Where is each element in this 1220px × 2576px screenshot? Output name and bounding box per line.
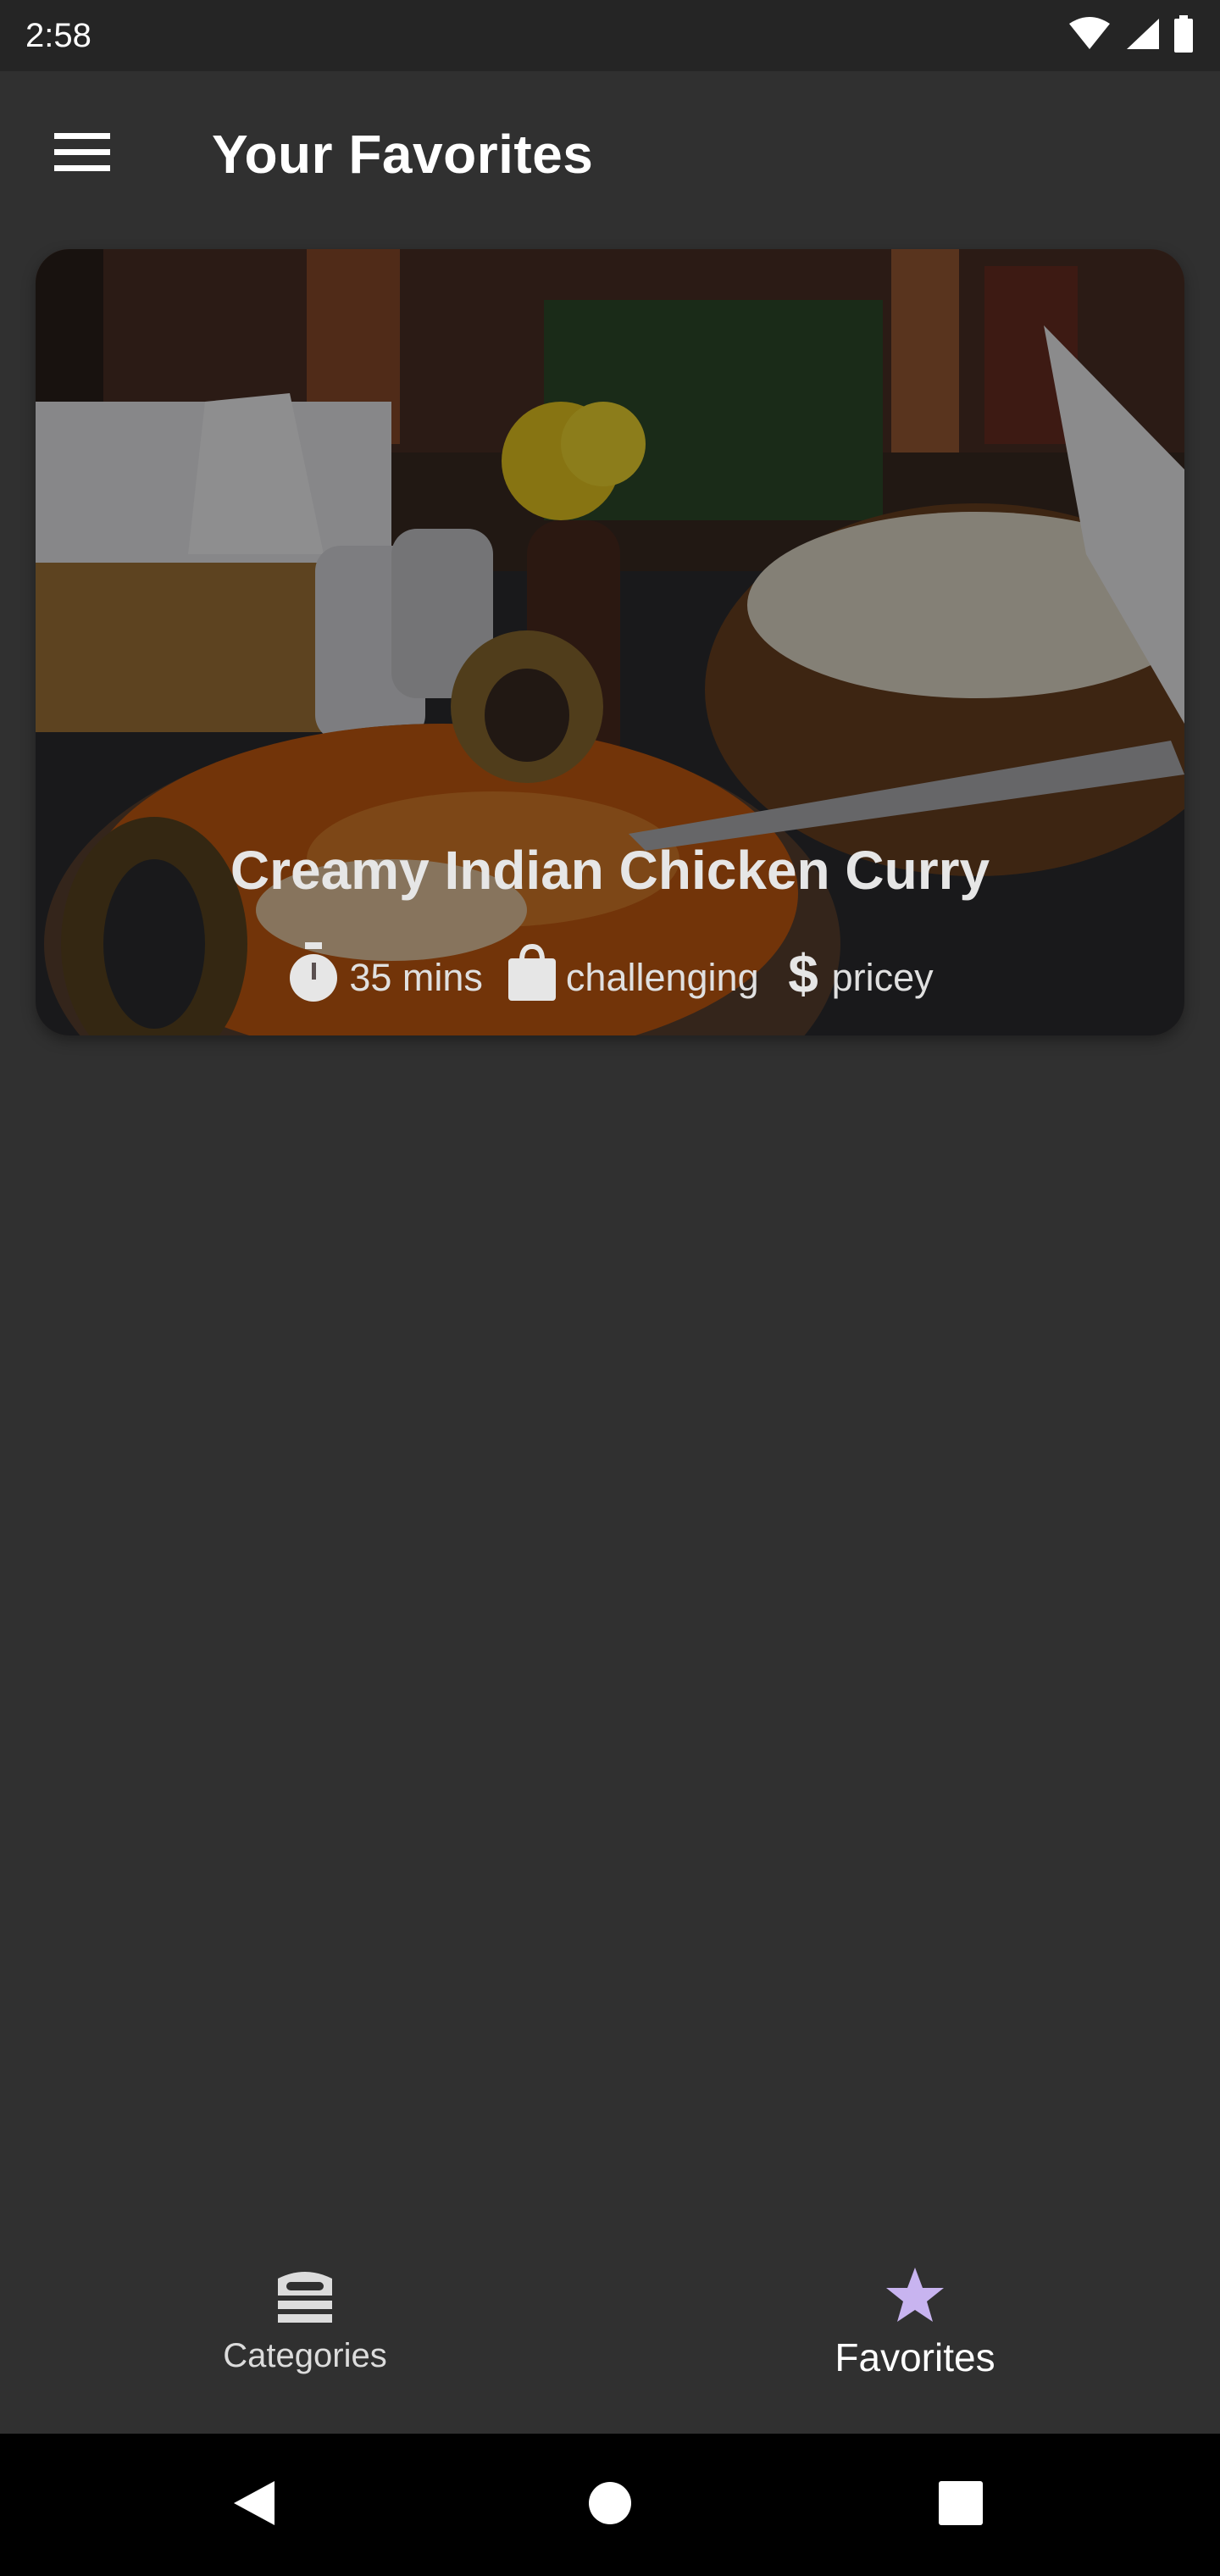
home-button[interactable]: [539, 2434, 681, 2576]
meal-complexity-label: challenging: [565, 955, 759, 999]
back-icon: [232, 2479, 276, 2531]
meal-duration-label: 35 mins: [349, 955, 483, 999]
dollar-icon: $: [783, 943, 824, 1010]
back-button[interactable]: [183, 2434, 325, 2576]
category-icon: [274, 2270, 336, 2330]
timer-icon: [286, 942, 341, 1013]
meal-duration: 35 mins: [286, 942, 483, 1013]
menu-button[interactable]: [27, 99, 137, 209]
menu-icon: [54, 132, 110, 176]
meal-title: Creamy Indian Chicken Curry: [230, 840, 990, 901]
app-bar: Your Favorites: [0, 71, 1220, 237]
home-icon: [588, 2481, 632, 2529]
svg-text:$: $: [788, 945, 818, 1001]
battery-icon: [1173, 14, 1195, 57]
signal-icon: [1123, 17, 1161, 55]
star-icon: [884, 2266, 946, 2328]
nav-item-categories[interactable]: Categories: [0, 2203, 610, 2434]
status-icons: [1068, 14, 1195, 57]
status-time: 2:58: [25, 16, 92, 54]
shopping-bag-icon: [507, 943, 557, 1012]
nav-item-favorites[interactable]: Favorites: [610, 2203, 1220, 2434]
recents-button[interactable]: [890, 2434, 1032, 2576]
system-navigation-bar: [0, 2434, 1220, 2576]
meal-card[interactable]: Creamy Indian Chicken Curry 35 mins chal…: [36, 249, 1184, 1035]
page-title: Your Favorites: [212, 124, 594, 185]
meal-affordability-label: pricey: [831, 955, 934, 999]
nav-label-categories: Categories: [223, 2337, 387, 2374]
meal-affordability: $ pricey: [783, 943, 934, 1010]
recents-icon: [938, 2480, 984, 2530]
nav-label-favorites: Favorites: [835, 2334, 995, 2379]
meal-complexity: challenging: [507, 943, 759, 1012]
status-bar: 2:58: [0, 0, 1220, 71]
meal-meta: 35 mins challenging $ pricey: [36, 942, 1184, 1013]
wifi-icon: [1068, 16, 1112, 55]
meal-image-overlay: [36, 249, 1184, 1035]
bottom-navigation: Categories Favorites: [0, 2203, 1220, 2434]
